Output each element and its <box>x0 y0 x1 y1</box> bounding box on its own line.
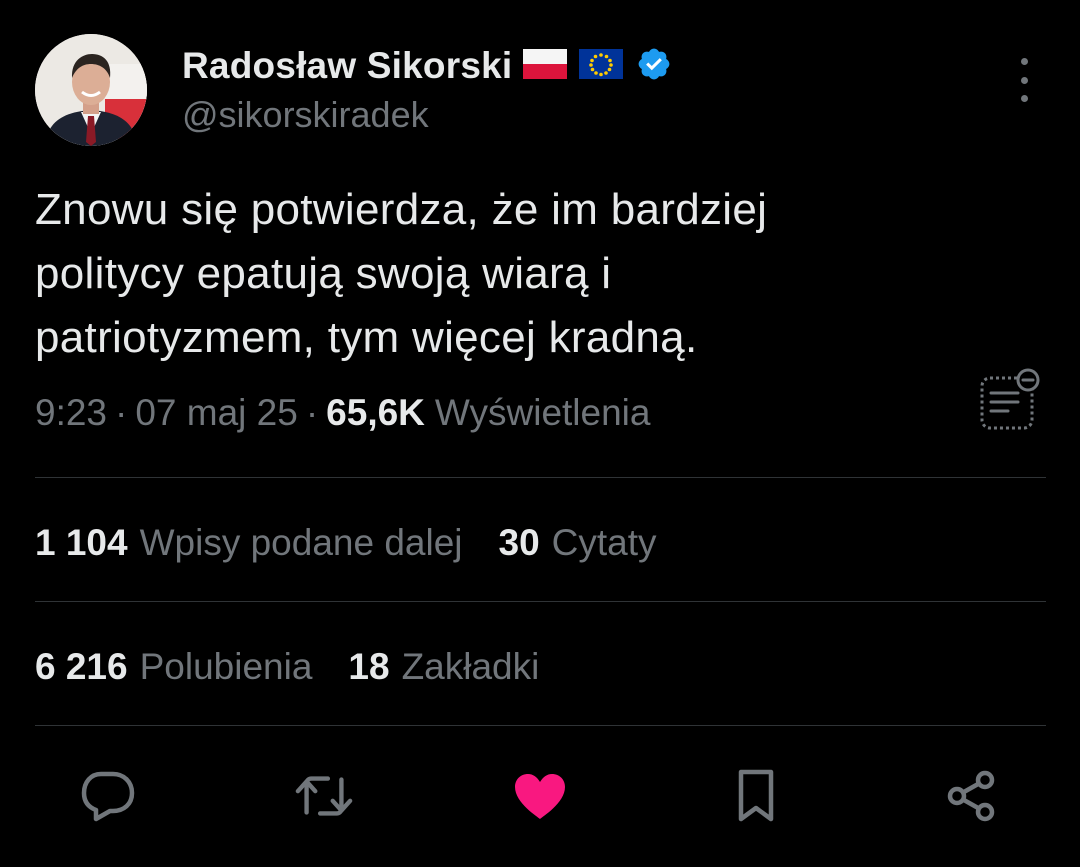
tweet-time[interactable]: 9:23 <box>35 392 107 434</box>
tweet-detail: Radosław Sikorski @sikorskiradek Znowu s… <box>0 0 1080 867</box>
community-note-icon[interactable] <box>978 368 1040 432</box>
stats-row-likes: 6 216 Polubienia 18 Zakładki <box>35 646 539 688</box>
views-label: Wyświetlenia <box>434 392 651 433</box>
divider <box>35 477 1046 478</box>
reposts-count: 1 104 <box>35 522 128 563</box>
tweet-text-line: politycy epatują swoją wiarą i <box>35 249 612 298</box>
verified-badge-icon[interactable] <box>636 46 672 87</box>
bookmarks-stat[interactable]: 18 Zakładki <box>348 646 539 688</box>
tweet-text-line: Znowu się potwierdza, że im bardziej <box>35 185 768 234</box>
more-options-icon[interactable] <box>1010 58 1038 102</box>
author-name-row: Radosław Sikorski <box>182 42 672 90</box>
likes-count: 6 216 <box>35 646 128 687</box>
reply-icon[interactable] <box>78 766 138 826</box>
tweet-date[interactable]: 07 maj 25 <box>135 392 298 434</box>
dot <box>1020 76 1028 84</box>
bookmarks-label: Zakładki <box>401 646 540 687</box>
dot <box>1020 58 1028 65</box>
quotes-label: Cytaty <box>551 522 657 563</box>
like-icon[interactable] <box>510 766 570 826</box>
likes-stat[interactable]: 6 216 Polubienia <box>35 646 312 688</box>
dot <box>1020 95 1028 102</box>
display-name[interactable]: Radosław Sikorski <box>182 45 512 87</box>
eu-flag-icon <box>578 48 624 85</box>
tweet-text-line: patriotyzmem, tym więcej kradną. <box>35 313 698 362</box>
tweet-meta: 9:23 · 07 maj 25 · 65,6K Wyświetlenia <box>35 392 650 434</box>
quotes-stat[interactable]: 30 Cytaty <box>499 522 657 564</box>
repost-icon[interactable] <box>294 766 354 826</box>
reposts-stat[interactable]: 1 104 Wpisy podane dalej <box>35 522 463 564</box>
tweet-text: Znowu się potwierdza, że im bardziej pol… <box>35 178 965 370</box>
author-handle[interactable]: @sikorskiradek <box>182 94 429 136</box>
bookmark-icon[interactable] <box>726 766 786 826</box>
avatar[interactable] <box>35 34 147 146</box>
meta-separator: · <box>305 392 319 433</box>
meta-separator: · <box>115 392 128 433</box>
stats-row-reposts: 1 104 Wpisy podane dalej 30 Cytaty <box>35 522 657 564</box>
reposts-label: Wpisy podane dalej <box>139 522 463 563</box>
share-icon[interactable] <box>941 766 1001 826</box>
likes-label: Polubienia <box>139 646 313 687</box>
quotes-count: 30 <box>498 522 540 563</box>
bookmarks-count: 18 <box>348 646 390 687</box>
divider <box>35 601 1046 602</box>
divider <box>35 725 1046 726</box>
poland-flag-icon <box>522 48 568 85</box>
views-count: 65,6K <box>326 392 425 433</box>
